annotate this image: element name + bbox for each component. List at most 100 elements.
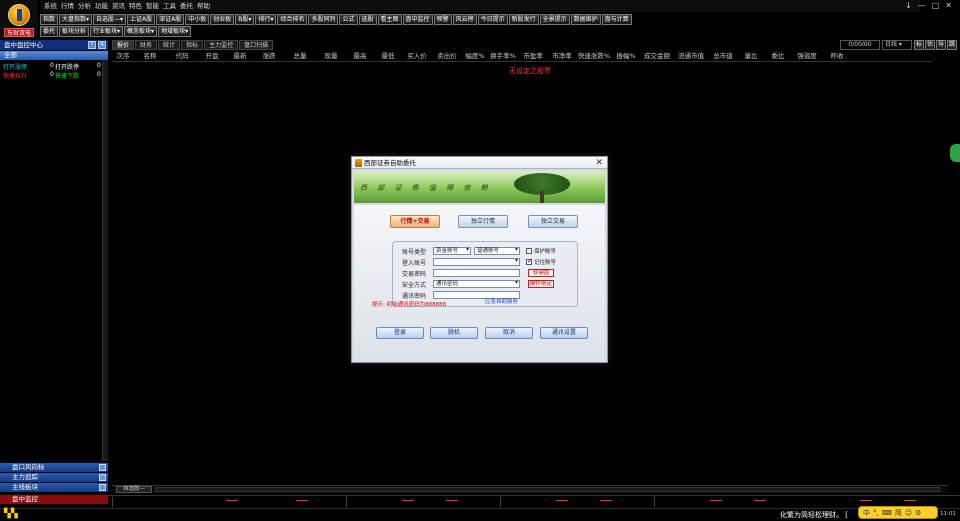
column-header[interactable]: 开盘 [198,51,226,61]
toolbar-button[interactable]: 盘与计算 [601,14,632,25]
column-header[interactable]: 幅度% [462,51,488,61]
column-header[interactable]: 市盈率 [518,51,548,61]
toolbar-button[interactable]: 排行▾ [255,14,277,25]
ime-item-icon[interactable]: 中 [863,508,870,518]
menu-item[interactable]: 帮助 [197,0,210,12]
menu-item[interactable]: 委托 [180,0,193,12]
emergency-link[interactable]: 应急自助服务 [485,297,518,305]
toolbar-button[interactable]: 公式 [339,14,358,25]
column-header[interactable]: 总市值 [708,51,738,61]
estimate-button[interactable]: 估 [925,40,935,50]
mode-quote-button[interactable]: 独立行情 [458,215,508,228]
index-cell[interactable] [500,497,654,507]
menu-item[interactable]: 工具 [163,0,176,12]
toolbar-button[interactable]: B股▾ [235,14,255,25]
ime-item-icon[interactable]: ☺ [905,509,912,517]
toolbar-button[interactable]: 今日提示 [477,14,508,25]
sheet-tab[interactable]: 自选股— [116,486,152,493]
period-select[interactable]: 日线 ▾ [882,40,912,50]
toolbar-button[interactable]: 委托 [40,26,59,37]
footer-tab-zhuxian[interactable]: 主线板块 [0,483,108,492]
left-panel-scrollbar[interactable] [102,60,108,461]
menu-item[interactable]: 行情 [61,0,74,12]
column-header[interactable]: 市净率 [548,51,576,61]
account-kind-select[interactable]: 普通账号 [474,247,520,255]
protect-account-checkbox[interactable] [526,248,532,254]
toolbar-button[interactable]: 创业板 [210,14,235,25]
close-icon[interactable]: ✕ [945,0,952,12]
main-tab[interactable]: 盘口扫描 [239,40,274,50]
expand-icon[interactable] [99,474,106,481]
side-tab-icon[interactable] [950,144,960,162]
column-header[interactable]: 委比 [764,51,792,61]
mode-quote-trade-button[interactable]: 行情+交易 [390,215,440,228]
toolbar-button[interactable]: 全景提示 [539,14,570,25]
column-header[interactable]: 涨跌 [254,51,284,61]
column-header[interactable]: 量比 [738,51,764,61]
toolbar-button[interactable]: 概念板块▾ [124,26,158,37]
soft-keyboard-button[interactable]: 软键盘 [528,269,554,277]
menu-item[interactable]: 分析 [78,0,91,12]
jump-button[interactable]: 跳 [947,40,957,50]
menu-item[interactable]: 功能 [95,0,108,12]
close-icon[interactable]: × [98,41,106,49]
ime-toolbar[interactable]: 中 °, ⌨ 简 ☺ ⚙ [858,506,938,519]
main-tab[interactable]: 财务 [135,40,158,50]
column-header[interactable]: 换手率% [488,51,518,61]
expand-icon[interactable] [99,464,106,471]
pin-icon[interactable]: ↓ [905,0,912,12]
toolbar-button[interactable]: 新股发行 [508,14,539,25]
column-header[interactable]: 振幅% [612,51,640,61]
toolbar-button[interactable]: 大盘指数▾ [59,14,93,25]
column-header[interactable]: 总量 [284,51,316,61]
minimize-icon[interactable]: — [918,0,926,12]
footer-tab-fengxiangbiao[interactable]: 盘口风向标 [0,463,108,472]
cancel-button[interactable]: 取消 [485,327,533,339]
login-account-input[interactable] [433,258,520,266]
list-item[interactable]: 打开涨停 0 打开跌停 0 [3,62,101,71]
index-cell[interactable] [654,497,808,507]
menu-item[interactable]: 系统 [44,0,57,12]
toolbar-button[interactable]: 指数 [40,14,59,25]
column-header[interactable]: 名称 [134,51,166,61]
ime-item-icon[interactable]: ⚙ [915,509,921,517]
toolbar-button[interactable]: 地域板块▾ [158,26,192,37]
dialog-titlebar[interactable]: 西部证券自助委托 ✕ [352,157,607,169]
toolbar-button[interactable]: 多股同列 [308,14,339,25]
main-tab[interactable]: 主力监控 [204,40,239,50]
comm-settings-button[interactable]: 通讯设置 [540,327,588,339]
remember-account-checkbox[interactable] [526,257,533,265]
close-icon[interactable]: ✕ [595,157,603,169]
main-tab[interactable]: 指标 [181,40,204,50]
date-field[interactable]: 0/00/00 [840,40,880,50]
column-header[interactable]: 最低 [374,51,402,61]
mark-button[interactable]: 标 [914,40,924,50]
ime-item-icon[interactable]: °, [873,509,879,517]
export-button[interactable]: 导 [936,40,946,50]
footer-tab-zhuli[interactable]: 主力追踪 [0,473,108,482]
toolbar-button[interactable]: 板块分析 [59,26,90,37]
toolbar-button[interactable]: 中小板 [185,14,210,25]
column-header[interactable]: 昨收 [822,51,852,61]
mode-trade-button[interactable]: 独立交易 [528,215,578,228]
toolbar-button[interactable]: 预警 [433,14,452,25]
column-header[interactable]: 次序 [112,51,134,61]
toolbar-button[interactable]: 上证A股 [127,14,156,25]
column-header[interactable]: 强弱度 [792,51,822,61]
account-type-select[interactable]: 资金账号 [433,247,471,255]
menu-item[interactable]: 智能 [146,0,159,12]
index-cell[interactable] [112,497,346,507]
offline-button[interactable]: 脱机 [430,327,478,339]
toolbar-button[interactable]: 选股 [358,14,377,25]
expand-icon[interactable] [99,484,106,491]
column-header[interactable]: 代码 [166,51,198,61]
column-header[interactable]: 最高 [346,51,374,61]
column-header[interactable]: 流通市值 [674,51,708,61]
login-button[interactable]: 登录 [376,327,424,339]
toolbar-button[interactable]: 综合排名 [277,14,308,25]
right-scrollbar[interactable] [948,51,960,486]
maximize-icon[interactable]: □ [932,0,940,12]
ime-item-icon[interactable]: 简 [895,508,902,518]
scroll-thumb[interactable] [155,487,940,492]
column-header[interactable]: 最新 [226,51,254,61]
